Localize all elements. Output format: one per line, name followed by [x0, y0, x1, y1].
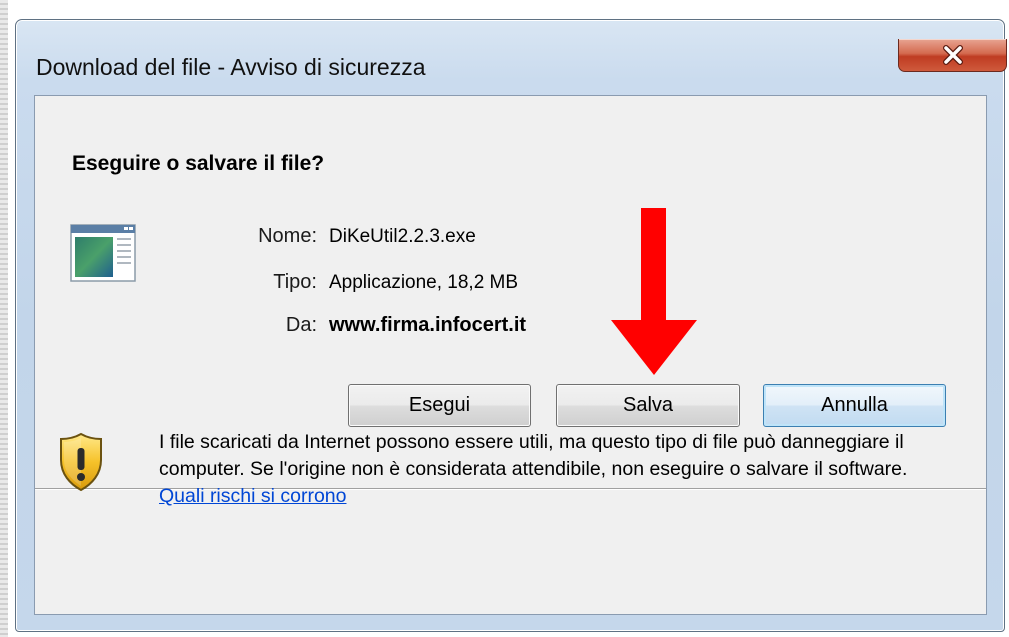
warning-text: I file scaricati da Internet possono ess… — [159, 431, 908, 480]
dialog-title: Download del file - Avviso di sicurezza — [36, 54, 426, 80]
background-window-edge — [0, 0, 8, 637]
dialog-heading: Eseguire o salvare il file? — [72, 152, 325, 175]
warning-message: I file scaricati da Internet possono ess… — [159, 429, 939, 510]
type-value: Applicazione, 18,2 MB — [329, 272, 519, 293]
name-value: DiKeUtil2.2.3.exe — [329, 226, 476, 247]
from-value: www.firma.infocert.it — [329, 314, 527, 336]
security-shield-icon — [60, 432, 102, 492]
dialog-content: Eseguire o salvare il file? Nome: DiKeUt… — [34, 95, 987, 615]
from-label: Da: — [285, 314, 317, 336]
type-label: Tipo: — [273, 271, 317, 293]
risks-link[interactable]: Quali rischi si corrono — [159, 485, 346, 507]
save-button[interactable]: Salva — [556, 384, 740, 427]
close-button[interactable] — [898, 39, 1007, 72]
close-x-icon — [942, 45, 963, 65]
name-label: Nome: — [258, 225, 317, 247]
cancel-button[interactable]: Annulla — [763, 384, 946, 427]
executable-file-icon — [70, 224, 136, 282]
security-warning-dialog: Download del file - Avviso di sicurezza … — [15, 19, 1007, 632]
red-down-arrow — [611, 208, 697, 375]
run-button[interactable]: Esegui — [348, 384, 531, 427]
